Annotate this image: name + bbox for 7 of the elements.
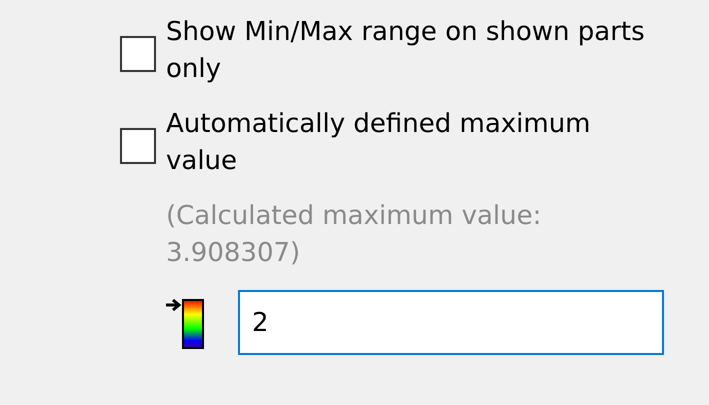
calculated-value-note: (Calculated maximum value: 3.908307) bbox=[166, 200, 542, 270]
checkbox-label[interactable]: Automatically defined maximum value bbox=[166, 106, 656, 180]
checkbox-label[interactable]: Show Min/Max range on shown parts only bbox=[166, 14, 656, 88]
color-scale-icon bbox=[166, 296, 206, 348]
checkbox[interactable] bbox=[120, 128, 156, 164]
maximum-value-field[interactable]: 2 bbox=[238, 290, 664, 355]
checkbox[interactable] bbox=[120, 36, 156, 72]
